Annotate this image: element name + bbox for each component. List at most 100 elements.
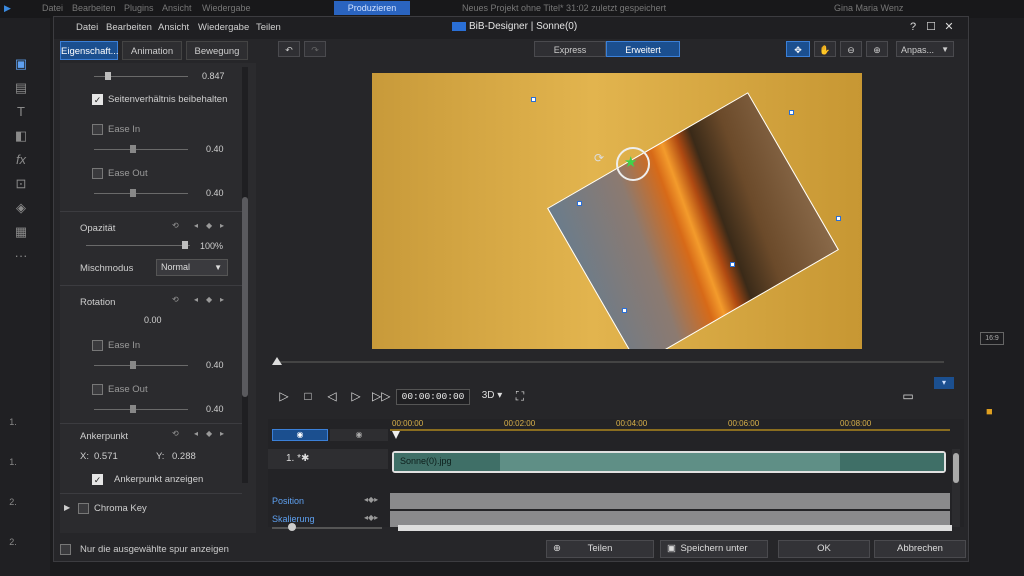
menu-datei[interactable]: Datei	[76, 22, 98, 33]
menu-teilen[interactable]: Teilen	[256, 22, 281, 33]
3d-mode-button[interactable]: 3D ▾	[478, 387, 506, 405]
anchor-point-icon[interactable]: ★	[624, 153, 637, 171]
help-icon[interactable]: ?	[906, 20, 920, 34]
save-as-button[interactable]: ▣ Speichern unter	[660, 540, 768, 558]
pip-icon[interactable]: ⊡	[12, 176, 30, 192]
rotate-icon[interactable]: ⟳	[594, 151, 604, 165]
transition-icon[interactable]: ◧	[12, 128, 30, 144]
timecode-display[interactable]: 00:00:00:00	[396, 389, 470, 405]
close-icon[interactable]: ✕	[942, 20, 956, 34]
anchor-add-keyframe-icon[interactable]: ◆	[206, 429, 212, 438]
user-name[interactable]: Gina Maria Wenz	[834, 3, 903, 13]
anchor-prev-keyframe-icon[interactable]: ◂	[194, 429, 198, 438]
keep-aspect-checkbox[interactable]: ✓	[92, 94, 103, 105]
opacity-slider[interactable]	[86, 241, 190, 249]
tab-eigenschaften[interactable]: Eigenschaft...	[60, 41, 119, 60]
blend-mode-select[interactable]: Normal ▼	[156, 259, 228, 276]
sunset-image-object[interactable]	[547, 92, 839, 349]
ease-in-slider[interactable]	[94, 145, 188, 153]
bg-menu-plugins[interactable]: Plugins	[124, 3, 154, 13]
menu-bearbeiten[interactable]: Bearbeiten	[106, 22, 152, 33]
bg-menu-datei[interactable]: Datei	[42, 3, 63, 13]
scrubber-knob[interactable]	[272, 357, 282, 365]
produce-button[interactable]: Produzieren	[334, 1, 410, 15]
rotation-next-keyframe-icon[interactable]: ▸	[220, 295, 224, 304]
rotation-value[interactable]: 0.00	[144, 315, 162, 325]
marker-icon[interactable]: ■	[986, 406, 998, 418]
rotation-ease-out-slider[interactable]	[94, 405, 188, 413]
title-icon[interactable]: T	[12, 104, 30, 120]
fast-forward-icon[interactable]: ▷▷	[372, 387, 390, 405]
resize-handle[interactable]	[622, 308, 627, 313]
ease-in-knob[interactable]	[130, 145, 136, 153]
preview-scrubber[interactable]	[276, 361, 944, 363]
next-frame-icon[interactable]: ▷	[348, 387, 364, 405]
screen-settings-icon[interactable]: ▭	[900, 387, 916, 405]
tab-animation[interactable]: Animation	[122, 41, 182, 60]
rotation-add-keyframe-icon[interactable]: ◆	[206, 295, 212, 304]
stop-icon[interactable]: □	[300, 387, 316, 405]
tab-bewegung[interactable]: Bewegung	[186, 41, 248, 60]
timeline-vscroll-thumb[interactable]	[953, 453, 959, 483]
maximize-icon[interactable]: ☐	[924, 20, 938, 34]
ease-out-knob[interactable]	[130, 189, 136, 197]
resize-handle[interactable]	[836, 216, 841, 221]
ease-out-checkbox[interactable]	[92, 168, 103, 179]
playhead[interactable]	[392, 431, 400, 439]
advanced-mode-button[interactable]: Erweitert	[606, 41, 680, 57]
rotation-reset-icon[interactable]: ⟲	[172, 295, 179, 304]
film-icon[interactable]: ▤	[12, 80, 30, 96]
media-icon[interactable]: ▣	[12, 56, 30, 72]
express-mode-button[interactable]: Express	[534, 41, 606, 57]
redo-icon[interactable]: ↷	[304, 41, 326, 57]
ok-button[interactable]: OK	[778, 540, 870, 558]
anchor-x-value[interactable]: 0.571	[94, 451, 118, 462]
bg-menu-wiedergabe[interactable]: Wiedergabe	[202, 3, 251, 13]
resize-handle[interactable]	[531, 97, 536, 102]
rotation-prev-keyframe-icon[interactable]: ◂	[194, 295, 198, 304]
opacity-reset-icon[interactable]: ⟲	[172, 221, 179, 230]
resize-handle[interactable]	[789, 110, 794, 115]
anchor-reset-icon[interactable]: ⟲	[172, 429, 179, 438]
opacity-slider-knob[interactable]	[182, 241, 188, 249]
opacity-add-keyframe-icon[interactable]: ◆	[206, 221, 212, 230]
move-tool-icon[interactable]: ✥	[786, 41, 810, 57]
rotation-ease-out-checkbox[interactable]	[92, 384, 103, 395]
scale-keyframe-icon[interactable]: ◂◆▸	[364, 513, 378, 522]
effects-icon[interactable]: fx	[12, 152, 30, 168]
rotation-ease-in-slider[interactable]	[94, 361, 188, 369]
aspect-ratio-label[interactable]: 16:9	[980, 332, 1004, 345]
expand-arrow-icon[interactable]: ▶	[64, 503, 70, 512]
cancel-button[interactable]: Abbrechen	[874, 540, 966, 558]
rotation-ease-in-knob[interactable]	[130, 361, 136, 369]
scale-slider-knob[interactable]	[105, 72, 111, 80]
opacity-prev-keyframe-icon[interactable]: ◂	[194, 221, 198, 230]
ease-in-checkbox[interactable]	[92, 124, 103, 135]
fit-select[interactable]: Anpas... ▼	[896, 41, 954, 57]
rotation-ease-out-knob[interactable]	[130, 405, 136, 413]
bg-menu-bearbeiten[interactable]: Bearbeiten	[72, 3, 116, 13]
menu-wiedergabe[interactable]: Wiedergabe	[198, 22, 249, 33]
more-icon[interactable]: ···	[12, 248, 30, 264]
menu-ansicht[interactable]: Ansicht	[158, 22, 189, 33]
anchor-y-value[interactable]: 0.288	[172, 451, 196, 462]
scale-slider[interactable]	[94, 72, 188, 80]
previous-frame-icon[interactable]: ◁	[324, 387, 340, 405]
timeline-track-view-icon[interactable]: ◉	[272, 429, 328, 441]
rotation-ease-in-checkbox[interactable]	[92, 340, 103, 351]
timeline-zoom-knob[interactable]	[288, 523, 296, 531]
share-button[interactable]: ⊕ Teilen	[546, 540, 654, 558]
hand-tool-icon[interactable]: ✋	[814, 41, 836, 57]
anchor-next-keyframe-icon[interactable]: ▸	[220, 429, 224, 438]
subtitle-icon[interactable]: ▦	[12, 224, 30, 240]
fullscreen-icon[interactable]: ⛶	[512, 387, 528, 405]
position-keyframe-icon[interactable]: ◂◆▸	[364, 495, 378, 504]
resize-handle[interactable]	[577, 201, 582, 206]
timeline-hscroll[interactable]	[398, 525, 952, 531]
timeline-clip[interactable]: Sonne(0).jpg	[392, 451, 946, 473]
zoom-out-icon[interactable]: ⊖	[840, 41, 862, 57]
position-keyframe-track[interactable]	[390, 493, 950, 509]
only-selected-track-checkbox[interactable]	[60, 544, 71, 555]
opacity-next-keyframe-icon[interactable]: ▸	[220, 221, 224, 230]
particle-icon[interactable]: ◈	[12, 200, 30, 216]
